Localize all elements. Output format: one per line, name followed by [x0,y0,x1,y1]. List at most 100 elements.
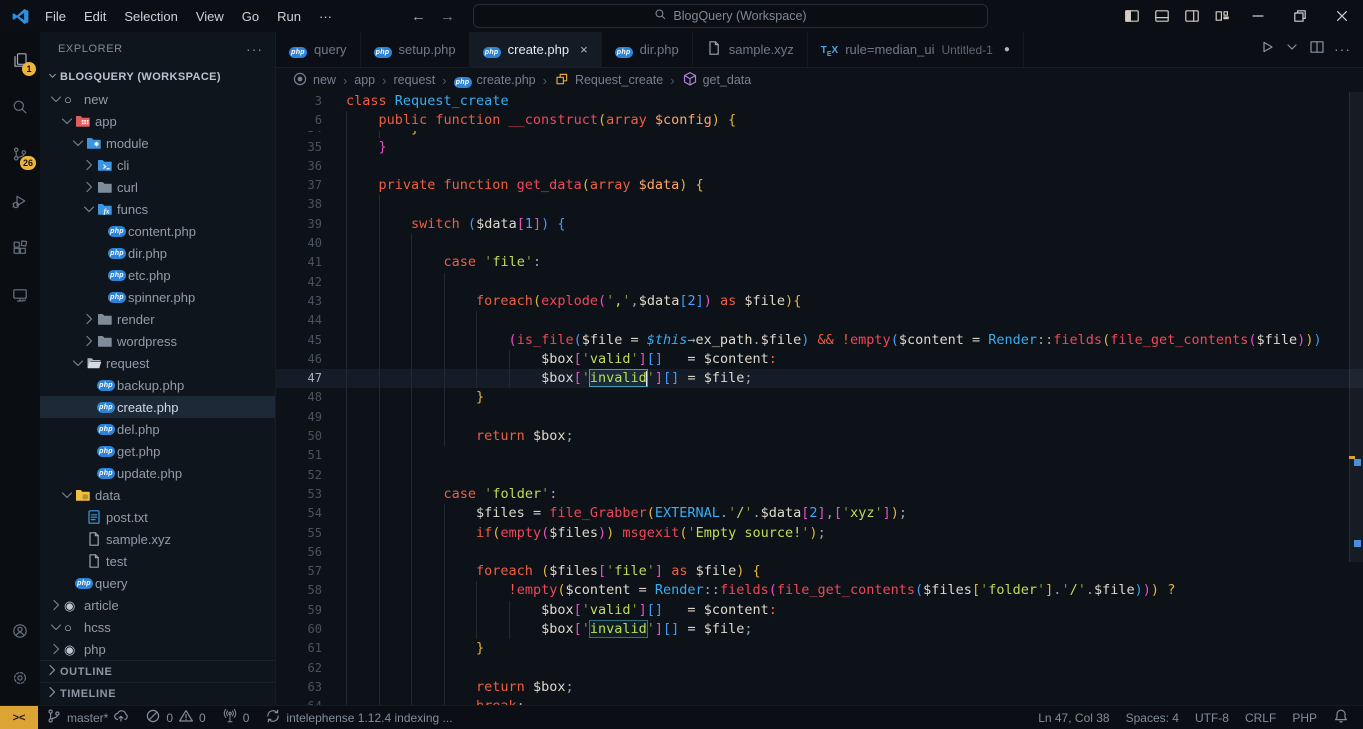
tree-item-dir-php[interactable]: phpdir.php [40,242,275,264]
tree-item-article[interactable]: ◉article [40,594,275,616]
tree-item-create-php[interactable]: phpcreate.php [40,396,275,418]
breadcrumb-item-Request_create[interactable]: Request_create [554,71,663,90]
code-line-3[interactable]: 3class Request_create [276,92,1363,111]
tree-item-request[interactable]: request [40,352,275,374]
code-line-39[interactable]: 39switch ($data[1]) { [276,215,1363,234]
breadcrumb-item-app[interactable]: app [354,73,375,87]
tree-item-update-php[interactable]: phpupdate.php [40,462,275,484]
status-notifications[interactable] [1325,706,1357,729]
code-line-61[interactable]: 61} [276,639,1363,658]
tree-item-get-php[interactable]: phpget.php [40,440,275,462]
tab-setup-php[interactable]: phpsetup.php [361,32,470,67]
workspace-root-row[interactable]: BLOGQUERY (WORKSPACE) [40,66,275,88]
code-line-40[interactable]: 40 [276,234,1363,253]
tab-dir-php[interactable]: phpdir.php [602,32,693,67]
tree-item-backup-php[interactable]: phpbackup.php [40,374,275,396]
code-line-42[interactable]: 42 [276,273,1363,292]
code-line-46[interactable]: 46$box['valid'][] = $content: [276,350,1363,369]
code-line-48[interactable]: 48} [276,388,1363,407]
split-icon[interactable] [1309,39,1325,60]
menu-view[interactable]: View [187,5,233,28]
tree-item-new[interactable]: ○new [40,88,275,110]
tree-item-del-php[interactable]: phpdel.php [40,418,275,440]
window-restore-button[interactable] [1279,0,1321,32]
code-line-43[interactable]: 43foreach(explode(',',$data[2]) as $file… [276,292,1363,311]
activity-source-control[interactable]: 26 [0,130,40,177]
tab-close-icon[interactable]: × [580,42,588,57]
layout-panel-icon[interactable] [1147,0,1177,32]
code-line-54[interactable]: 54$files = file_Grabber(EXTERNAL.'/'.$da… [276,504,1363,523]
code-line-34[interactable]: 34} [276,131,1363,138]
code-line-51[interactable]: 51 [276,446,1363,465]
tree-item-funcs[interactable]: fxfuncs [40,198,275,220]
code-line-58[interactable]: 58!empty($content = Render::fields(file_… [276,581,1363,600]
code-line-56[interactable]: 56 [276,543,1363,562]
explorer-more-actions[interactable]: ··· [246,41,263,57]
tree-item-app[interactable]: app [40,110,275,132]
tree-item-hcss[interactable]: ○hcss [40,616,275,638]
tree-item-module[interactable]: module [40,132,275,154]
tree-item-curl[interactable]: curl [40,176,275,198]
code-line-55[interactable]: 55if(empty($files)) msgexit('Empty sourc… [276,524,1363,543]
status-language-mode[interactable]: PHP [1284,706,1325,729]
status-remote-indicator[interactable]: >< [0,706,38,729]
activity-extensions[interactable] [0,224,40,271]
window-minimize-button[interactable] [1237,0,1279,32]
breadcrumb-item-request[interactable]: request [393,73,435,87]
code-line-36[interactable]: 36 [276,157,1363,176]
tree-item-data[interactable]: data [40,484,275,506]
layout-customize-icon[interactable] [1207,0,1237,32]
code-line-62[interactable]: 62 [276,659,1363,678]
code-line-38[interactable]: 38 [276,195,1363,214]
status-language-status[interactable]: intelephense 1.12.4 indexing ... [257,706,460,729]
tree-item-render[interactable]: render [40,308,275,330]
tree-item-test[interactable]: test [40,550,275,572]
tab-query[interactable]: phpquery [276,32,361,67]
status-ports[interactable]: 0 [214,706,258,729]
tree-item-php[interactable]: ◉php [40,638,275,660]
status-encoding[interactable]: UTF-8 [1187,706,1237,729]
tab-create-php[interactable]: phpcreate.php× [470,32,602,67]
tree-item-content-php[interactable]: phpcontent.php [40,220,275,242]
chev-sm-icon[interactable] [1284,39,1300,60]
activity-files[interactable]: 1 [0,36,40,83]
command-center-search[interactable]: BlogQuery (Workspace) [473,4,988,28]
tree-item-cli[interactable]: cli [40,154,275,176]
code-line-44[interactable]: 44 [276,311,1363,330]
code-line-60[interactable]: 60$box['invalid'][] = $file; [276,620,1363,639]
status-git-branch[interactable]: master* [38,706,137,729]
tree-item-post-txt[interactable]: post.txt [40,506,275,528]
code-line-53[interactable]: 53case 'folder': [276,485,1363,504]
menu-go[interactable]: Go [233,5,268,28]
code-line-59[interactable]: 59$box['valid'][] = $content: [276,601,1363,620]
menu-run[interactable]: Run [268,5,310,28]
menu-selection[interactable]: Selection [115,5,186,28]
code-line-49[interactable]: 49 [276,408,1363,427]
code-line-52[interactable]: 52 [276,466,1363,485]
code-line-57[interactable]: 57foreach ($files['file'] as $file) { [276,562,1363,581]
status-indentation[interactable]: Spaces: 4 [1118,706,1187,729]
menu-moremoremore[interactable]: ··· [310,5,341,28]
editor-scrollbar[interactable] [1349,92,1363,705]
tree-item-query[interactable]: phpquery [40,572,275,594]
tree-item-etc-php[interactable]: phpetc.php [40,264,275,286]
nav-back-icon[interactable]: ← [411,8,426,25]
status-eol[interactable]: CRLF [1237,706,1284,729]
window-close-button[interactable] [1321,0,1363,32]
menu-edit[interactable]: Edit [75,5,115,28]
code-line-35[interactable]: 35} [276,138,1363,157]
code-line-6[interactable]: 6public function __construct(array $conf… [276,111,1363,130]
section-outline[interactable]: OUTLINE [40,660,275,682]
code-line-45[interactable]: 45(is_file($file = $this→ex_path.$file) … [276,331,1363,350]
code-line-64[interactable]: 64break; [276,697,1363,705]
activity-account[interactable] [0,607,40,654]
status-cursor-position[interactable]: Ln 47, Col 38 [1030,706,1117,729]
tab-rule-median_ui[interactable]: TEXrule=median_uiUntitled-1● [808,32,1024,67]
tree-item-wordpress[interactable]: wordpress [40,330,275,352]
scrollbar-slider[interactable] [1349,92,1363,562]
tree-item-spinner-php[interactable]: phpspinner.php [40,286,275,308]
layout-sidebar-right-icon[interactable] [1177,0,1207,32]
menu-file[interactable]: File [36,5,75,28]
nav-forward-icon[interactable]: → [440,8,455,25]
breadcrumb-item-new[interactable]: new [292,71,336,90]
